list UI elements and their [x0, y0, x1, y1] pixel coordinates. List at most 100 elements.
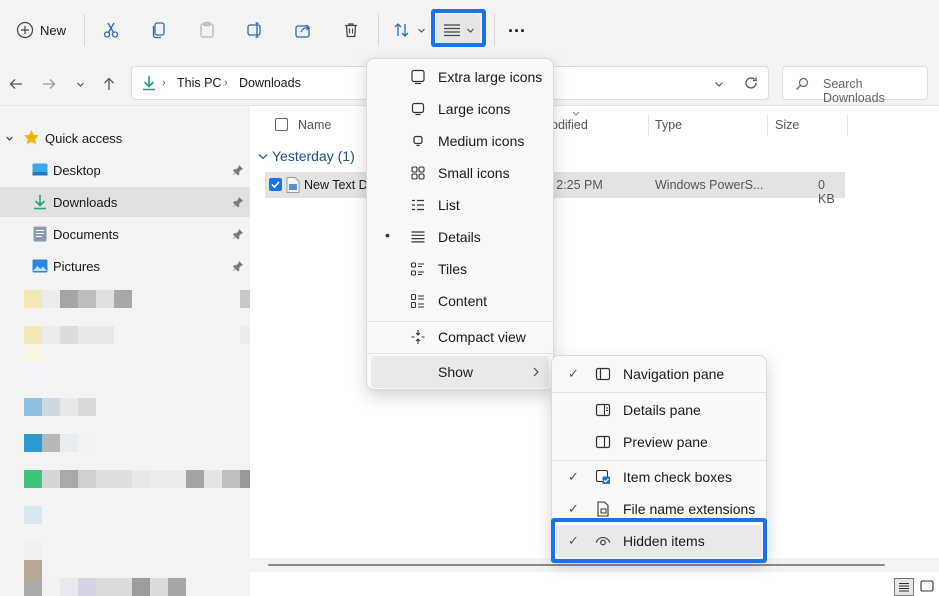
copy-button[interactable]	[145, 14, 173, 46]
share-icon	[294, 21, 312, 39]
menu-item-show[interactable]: Show	[371, 356, 549, 388]
plus-circle-icon	[16, 21, 34, 39]
copy-icon	[150, 21, 168, 39]
pin-icon[interactable]	[232, 164, 244, 176]
rename-button[interactable]	[241, 14, 269, 46]
column-header-name[interactable]: Name	[298, 118, 331, 132]
file-modified: l 2:25 PM	[550, 178, 603, 192]
navigation-pane-icon	[594, 365, 612, 383]
breadcrumb-this-pc[interactable]: This PC	[177, 76, 221, 90]
sidebar-item-pictures[interactable]: Pictures	[0, 251, 250, 281]
more-options-button[interactable]: ...	[503, 14, 531, 46]
menu-item-content[interactable]: Content	[371, 285, 549, 317]
desktop-icon	[32, 163, 48, 177]
menu-item-details-pane[interactable]: Details pane	[556, 394, 762, 426]
menu-item-list[interactable]: List	[371, 189, 549, 221]
menu-item-label: Show	[438, 364, 474, 380]
separator	[84, 14, 85, 46]
details-icon	[409, 228, 427, 246]
rename-icon	[246, 21, 264, 39]
pin-icon[interactable]	[232, 260, 244, 272]
sidebar-item-desktop[interactable]: Desktop	[0, 155, 250, 185]
sort-button[interactable]	[389, 14, 429, 46]
menu-item-small-icons[interactable]: Small icons	[371, 157, 549, 189]
row-checkbox[interactable]	[269, 178, 282, 191]
check-icon: ✓	[568, 366, 579, 381]
chevron-down-icon	[76, 80, 85, 89]
paste-button[interactable]	[193, 14, 221, 46]
grid-icon	[409, 164, 427, 182]
column-header-size[interactable]: Size	[775, 118, 799, 132]
recent-locations-button[interactable]	[68, 72, 92, 96]
scissors-icon	[102, 21, 120, 39]
cut-button[interactable]	[97, 14, 125, 46]
menu-item-extra-large-icons[interactable]: Extra large icons	[371, 61, 549, 93]
compact-icon	[409, 328, 427, 346]
monitor-large-icon	[409, 68, 427, 86]
share-button[interactable]	[289, 14, 317, 46]
selected-marker: •	[385, 227, 390, 243]
breadcrumb-downloads[interactable]: Downloads	[239, 76, 301, 90]
forward-button[interactable]	[37, 72, 61, 96]
check-icon: ✓	[568, 501, 579, 516]
menu-item-tiles[interactable]: Tiles	[371, 253, 549, 285]
column-divider	[648, 114, 649, 136]
group-label: Yesterday (1)	[272, 148, 355, 164]
menu-item-label: Tiles	[438, 261, 468, 277]
monitor-icon	[409, 100, 427, 118]
sidebar-item-documents[interactable]: Documents	[0, 219, 250, 249]
column-header-type[interactable]: Type	[655, 118, 682, 132]
content-icon	[409, 292, 427, 310]
pin-icon[interactable]	[232, 196, 244, 208]
search-input[interactable]: Search Downloads	[782, 66, 928, 105]
checkbox-icon	[594, 468, 612, 486]
table-row[interactable]: New Text Do l 2:25 PM Windows PowerS... …	[265, 172, 845, 206]
menu-item-label: List	[438, 197, 460, 213]
menu-item-preview-pane[interactable]: Preview pane	[556, 426, 762, 458]
menu-item-label: Details	[438, 229, 481, 245]
sidebar-item-downloads[interactable]: Downloads	[0, 187, 250, 217]
hidden-items-highlight	[551, 518, 767, 563]
scrollbar-thumb[interactable]	[268, 564, 885, 566]
star-icon	[23, 129, 40, 146]
search-icon	[795, 77, 809, 91]
sidebar-item-quick-access[interactable]: Quick access	[0, 123, 250, 153]
chevron-down-icon	[714, 79, 724, 89]
sidebar-item-label: Documents	[53, 226, 119, 242]
pin-icon[interactable]	[232, 228, 244, 240]
menu-item-item-check-boxes[interactable]: ✓ Item check boxes	[556, 461, 762, 493]
back-button[interactable]	[4, 72, 28, 96]
menu-separator	[367, 353, 553, 354]
view-button-highlight	[431, 9, 486, 47]
details-pane-icon	[594, 401, 612, 419]
up-button[interactable]	[97, 72, 121, 96]
select-all-checkbox[interactable]	[275, 118, 288, 131]
sidebar-item-label: Quick access	[45, 130, 123, 146]
sidebar-item-label: Pictures	[53, 258, 100, 274]
column-header-modified[interactable]: odified	[551, 118, 588, 132]
new-button[interactable]: New	[10, 14, 72, 46]
menu-item-navigation-pane[interactable]: ✓ Navigation pane	[556, 358, 762, 390]
separator	[378, 14, 379, 46]
menu-item-compact-view[interactable]: Compact view	[371, 321, 549, 353]
menu-item-details[interactable]: • Details	[371, 221, 549, 253]
menu-item-label: Extra large icons	[438, 69, 543, 85]
search-placeholder: Search Downloads	[823, 77, 885, 105]
menu-item-label: File name extensions	[623, 501, 756, 517]
details-view-toggle[interactable]	[894, 578, 914, 596]
trash-icon	[342, 21, 360, 39]
refresh-icon[interactable]	[744, 76, 758, 90]
download-icon	[32, 194, 48, 210]
check-icon: ✓	[568, 469, 579, 484]
file-size: 0 KB	[818, 178, 835, 206]
menu-item-label: Navigation pane	[623, 366, 725, 382]
more-icon: ...	[507, 15, 526, 36]
delete-button[interactable]	[337, 14, 365, 46]
large-icons-view-toggle[interactable]	[920, 580, 934, 594]
list-icon	[409, 196, 427, 214]
column-divider	[847, 114, 848, 136]
menu-item-large-icons[interactable]: Large icons	[371, 93, 549, 125]
download-icon	[141, 75, 157, 91]
menu-item-medium-icons[interactable]: Medium icons	[371, 125, 549, 157]
file-name: New Text Do	[304, 178, 375, 192]
